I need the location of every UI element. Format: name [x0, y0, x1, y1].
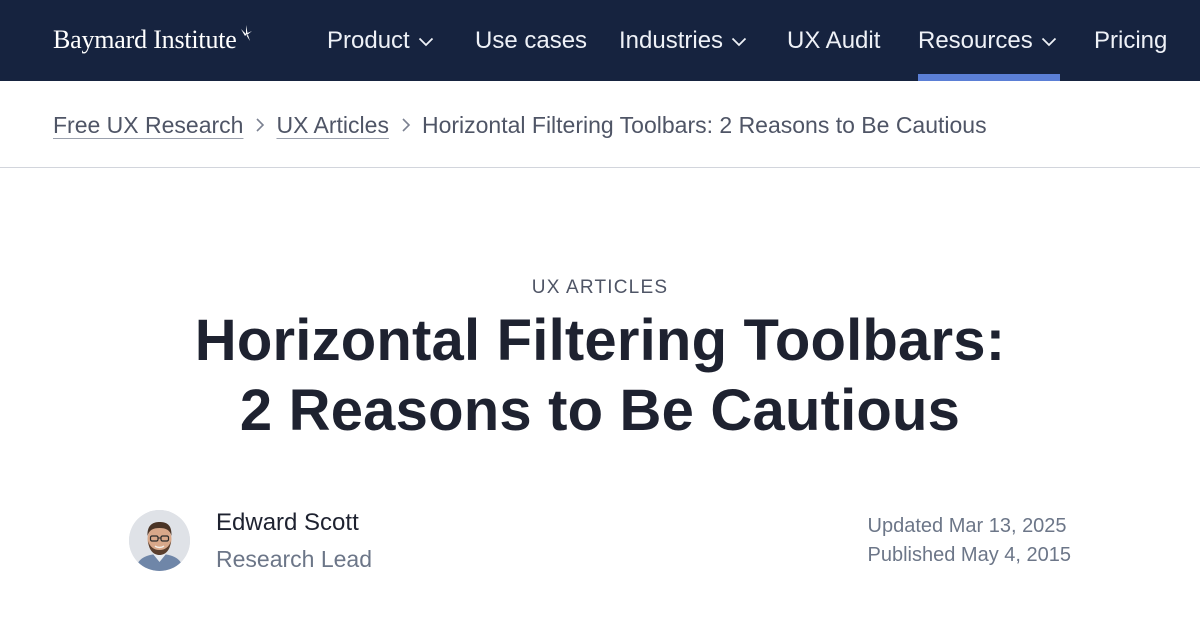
- author-avatar-image: [129, 510, 190, 571]
- author-role: Research Lead: [216, 546, 372, 572]
- nav-pricing[interactable]: Pricing: [1094, 0, 1167, 81]
- page-title-line-2: 2 Reasons to Be Cautious: [239, 378, 961, 443]
- breadcrumb-current-page: Horizontal Filtering Toolbars: 2 Reasons…: [421, 111, 987, 138]
- nav-ux-audit-label: UX Audit: [787, 26, 881, 54]
- article-dates: Updated Mar 13, 2025 Published May 4, 20…: [868, 512, 1071, 570]
- chevron-down-icon: [418, 37, 433, 46]
- top-navigation-bar: Baymard Institute Product Use cases Indu…: [0, 0, 1200, 81]
- article-category-kicker: UX ARTICLES: [531, 277, 669, 298]
- chevron-down-icon: [1041, 37, 1056, 46]
- author-name[interactable]: Edward Scott: [216, 509, 359, 537]
- logo-spark-icon: [240, 25, 252, 41]
- breadcrumb-trail: Free UX Research UX Articles Horizontal …: [53, 109, 987, 141]
- nav-resources[interactable]: Resources: [918, 0, 1057, 81]
- chevron-right-icon: [402, 118, 411, 132]
- nav-resources-label: Resources: [918, 26, 1033, 54]
- nav-use-cases[interactable]: Use cases: [475, 0, 587, 81]
- breadcrumb: Free UX Research UX Articles Horizontal …: [0, 81, 1200, 168]
- nav-product[interactable]: Product: [327, 0, 434, 81]
- active-nav-indicator: [918, 74, 1060, 81]
- published-date: Published May 4, 2015: [867, 544, 1071, 566]
- nav-pricing-label: Pricing: [1094, 26, 1168, 54]
- chevron-down-icon: [731, 37, 747, 46]
- brand-logo[interactable]: Baymard Institute: [53, 22, 254, 58]
- nav-industries[interactable]: Industries: [619, 0, 747, 81]
- brand-name: Baymard Institute: [53, 25, 237, 54]
- updated-date: Updated Mar 13, 2025: [867, 515, 1067, 537]
- avatar[interactable]: [129, 510, 190, 571]
- chevron-right-icon: [256, 118, 265, 132]
- breadcrumb-ux-articles[interactable]: UX Articles: [276, 112, 388, 139]
- nav-use-cases-label: Use cases: [475, 26, 588, 54]
- page-title: Horizontal Filtering Toolbars: 2 Reasons…: [150, 306, 1050, 446]
- breadcrumb-free-ux-research[interactable]: Free UX Research: [53, 112, 243, 139]
- nav-ux-audit[interactable]: UX Audit: [787, 0, 880, 81]
- page-title-line-1: Horizontal Filtering Toolbars:: [194, 308, 1006, 373]
- nav-product-label: Product: [327, 26, 410, 54]
- nav-industries-label: Industries: [619, 26, 724, 54]
